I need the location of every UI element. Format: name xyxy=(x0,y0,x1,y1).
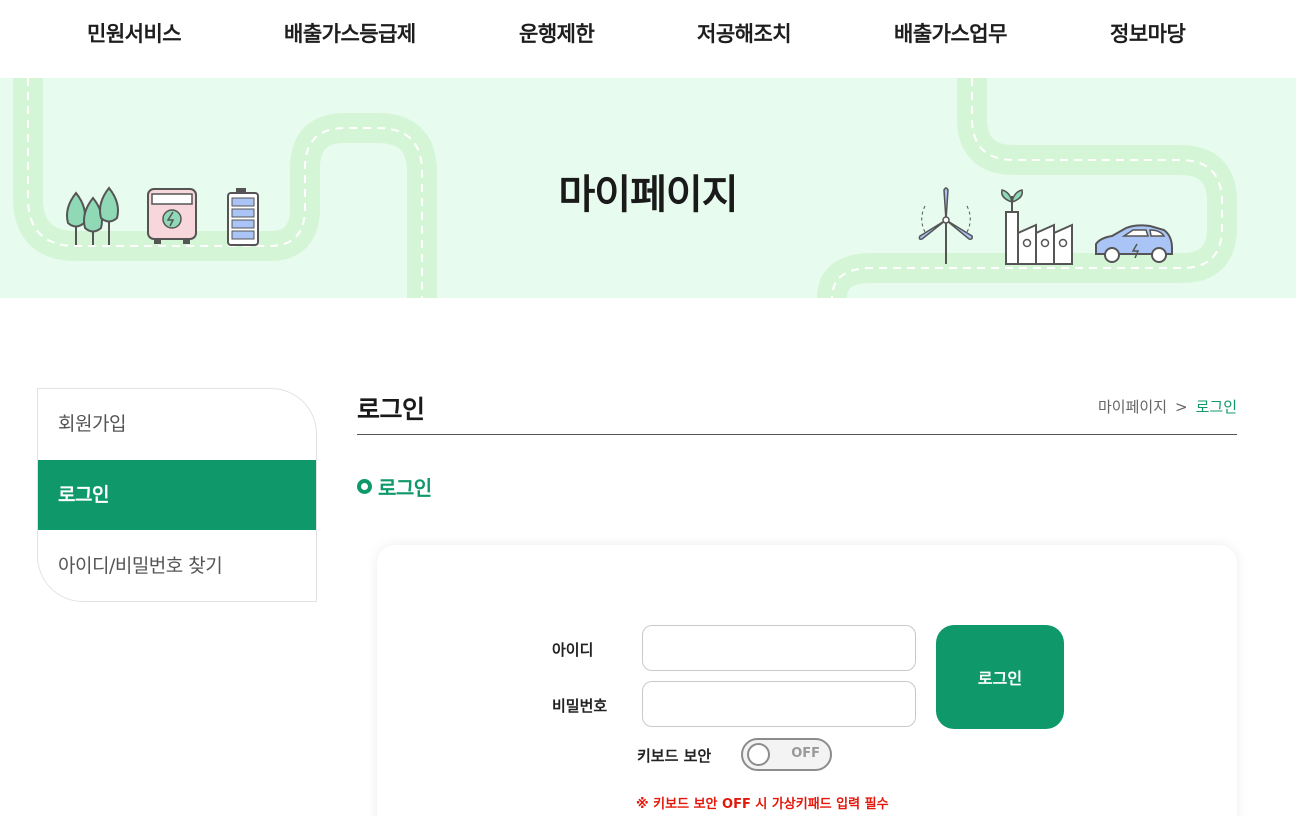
sidebar-menu: 회원가입 로그인 아이디/비밀번호 찾기 xyxy=(37,388,317,602)
keyboard-security-toggle[interactable]: OFF xyxy=(741,738,832,771)
keyboard-security-label: 키보드 보안 xyxy=(637,747,712,765)
toggle-knob xyxy=(747,743,770,766)
page-banner: 마이페이지 xyxy=(0,78,1296,298)
sidebar-item-find-account[interactable]: 아이디/비밀번호 찾기 xyxy=(38,531,316,601)
ring-bullet-icon xyxy=(357,479,372,494)
section-title: 로그인 xyxy=(357,472,432,501)
page-title: 로그인 xyxy=(357,395,425,424)
breadcrumb-root[interactable]: 마이페이지 xyxy=(1098,398,1167,416)
breadcrumb-separator: > xyxy=(1175,398,1188,416)
nav-item-civil-service[interactable]: 민원서비스 xyxy=(87,18,182,50)
breadcrumb-current: 로그인 xyxy=(1195,398,1237,416)
sidebar-item-signup[interactable]: 회원가입 xyxy=(38,389,316,459)
title-divider xyxy=(357,434,1237,435)
top-navigation: 민원서비스 배출가스등급제 운행제한 저공해조치 배출가스업무 정보마당 xyxy=(0,0,1296,78)
nav-item-driving-restriction[interactable]: 운행제한 xyxy=(519,18,595,50)
keyboard-security-notice: ※ 키보드 보안 OFF 시 가상키패드 입력 필수 xyxy=(636,797,889,812)
breadcrumb: 마이페이지 > 로그인 xyxy=(1098,396,1237,417)
password-input[interactable] xyxy=(642,681,916,727)
login-button[interactable]: 로그인 xyxy=(936,625,1064,729)
nav-item-low-emission[interactable]: 저공해조치 xyxy=(697,18,792,50)
sidebar-item-login[interactable]: 로그인 xyxy=(38,460,316,530)
page-banner-title: 마이페이지 xyxy=(558,172,739,218)
nav-item-emission-grade[interactable]: 배출가스등급제 xyxy=(284,18,416,50)
nav-item-emission-work[interactable]: 배출가스업무 xyxy=(894,18,1007,50)
id-label: 아이디 xyxy=(552,641,594,659)
toggle-state-text: OFF xyxy=(791,746,820,761)
password-label: 비밀번호 xyxy=(552,697,608,715)
section-title-text: 로그인 xyxy=(378,476,432,500)
id-input[interactable] xyxy=(642,625,916,671)
nav-item-info-plaza[interactable]: 정보마당 xyxy=(1110,18,1186,50)
